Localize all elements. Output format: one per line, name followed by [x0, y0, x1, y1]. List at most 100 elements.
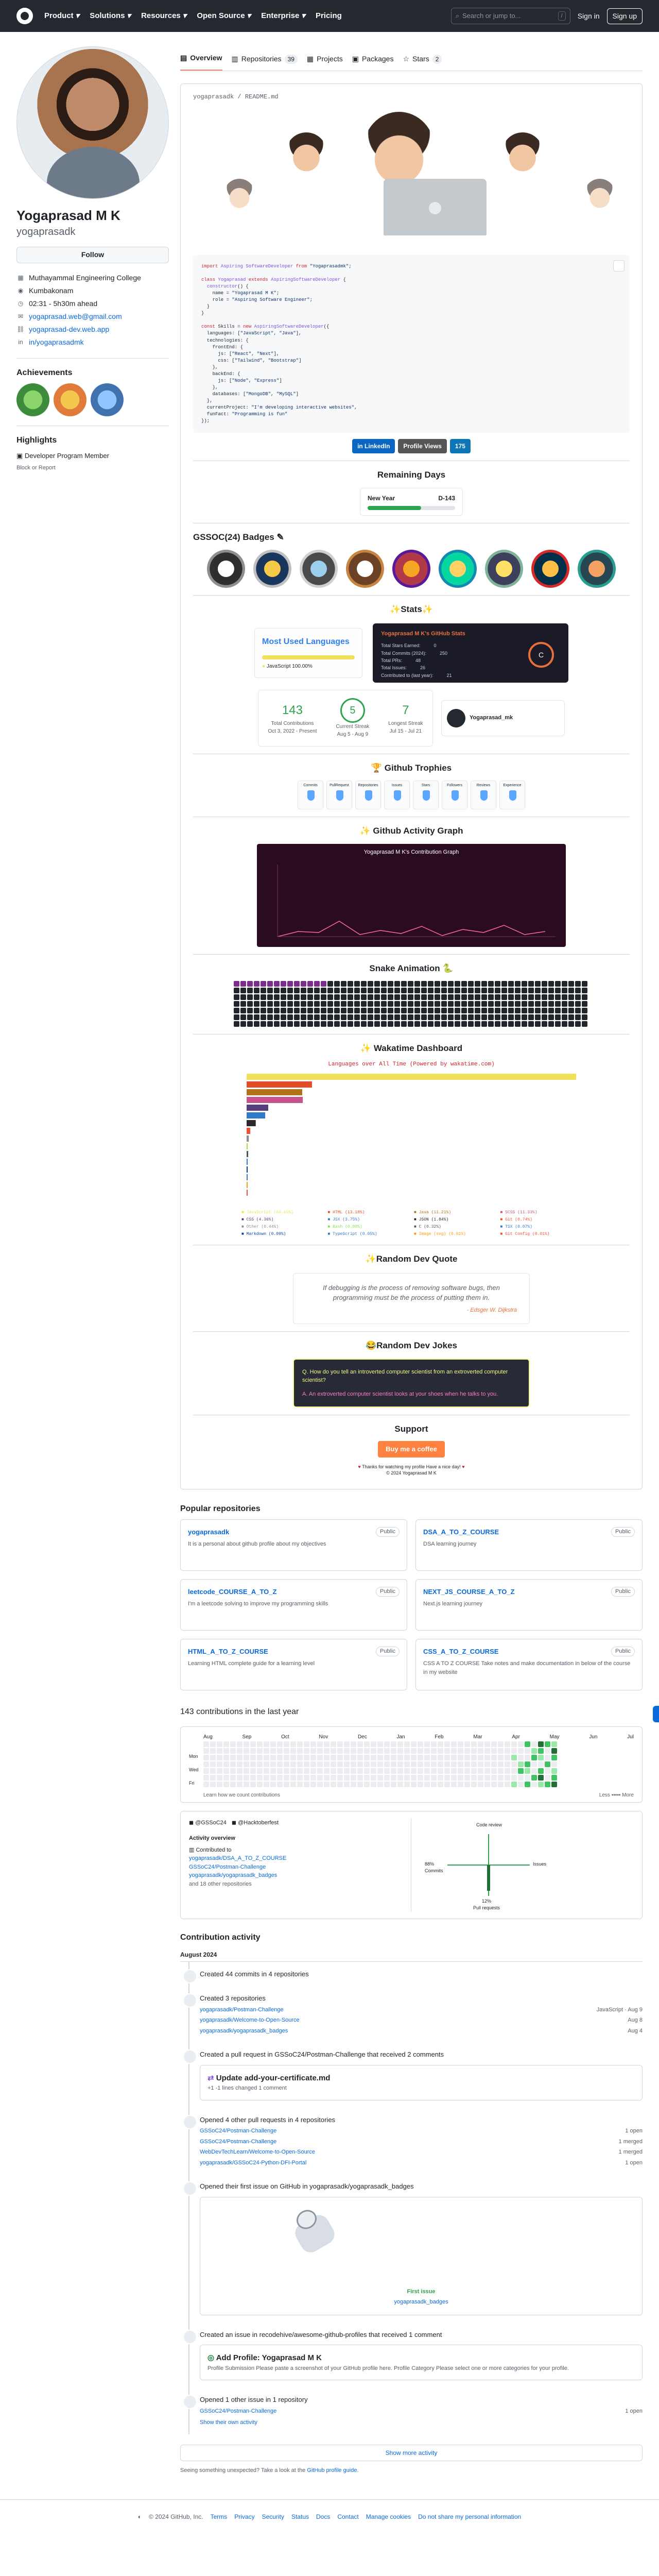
- calendar-day[interactable]: [511, 1768, 517, 1774]
- calendar-day[interactable]: [511, 1774, 517, 1781]
- footer-docs[interactable]: Docs: [316, 2512, 330, 2521]
- calendar-day[interactable]: [337, 1761, 343, 1767]
- footer-status[interactable]: Status: [291, 2512, 309, 2521]
- calendar-day[interactable]: [203, 1754, 209, 1760]
- calendar-day[interactable]: [404, 1761, 410, 1767]
- calendar-day[interactable]: [531, 1741, 537, 1747]
- calendar-day[interactable]: [377, 1774, 383, 1781]
- first-issue-link[interactable]: yogaprasadk_badges: [200, 2298, 642, 2307]
- calendar-day[interactable]: [230, 1741, 236, 1747]
- calendar-day[interactable]: [230, 1768, 236, 1774]
- calendar-day[interactable]: [237, 1748, 242, 1754]
- calendar-day[interactable]: [210, 1768, 216, 1774]
- calendar-day[interactable]: [438, 1748, 443, 1754]
- calendar-day[interactable]: [384, 1781, 390, 1787]
- calendar-day[interactable]: [371, 1761, 376, 1767]
- calendar-day[interactable]: [250, 1781, 256, 1787]
- calendar-day[interactable]: [391, 1761, 396, 1767]
- calendar-day[interactable]: [411, 1781, 417, 1787]
- created-repo-row[interactable]: yogaprasadk/Postman-Challenge JavaScript …: [200, 2006, 643, 2014]
- calendar-day[interactable]: [310, 1741, 316, 1747]
- nav-resources[interactable]: Resources ▾: [141, 10, 186, 22]
- calendar-day[interactable]: [364, 1781, 370, 1787]
- calendar-day[interactable]: [431, 1781, 437, 1787]
- calendar-day[interactable]: [397, 1748, 403, 1754]
- calendar-day[interactable]: [217, 1741, 222, 1747]
- calendar-day[interactable]: [223, 1761, 229, 1767]
- calendar-day[interactable]: [464, 1748, 470, 1754]
- calendar-day[interactable]: [331, 1741, 336, 1747]
- calendar-day[interactable]: [364, 1741, 370, 1747]
- calendar-day[interactable]: [277, 1768, 283, 1774]
- calendar-day[interactable]: [545, 1754, 550, 1760]
- calendar-day[interactable]: [451, 1741, 457, 1747]
- calendar-day[interactable]: [491, 1774, 497, 1781]
- calendar-day[interactable]: [484, 1781, 490, 1787]
- calendar-day[interactable]: [451, 1774, 457, 1781]
- calendar-day[interactable]: [310, 1754, 316, 1760]
- calendar-day[interactable]: [304, 1774, 309, 1781]
- calendar-day[interactable]: [397, 1781, 403, 1787]
- calendar-day[interactable]: [505, 1741, 510, 1747]
- calendar-day[interactable]: [304, 1748, 309, 1754]
- footer-contact[interactable]: Contact: [337, 2512, 358, 2521]
- calendar-day[interactable]: [257, 1761, 263, 1767]
- calendar-day[interactable]: [511, 1748, 517, 1754]
- calendar-day[interactable]: [464, 1774, 470, 1781]
- achievement-quickdraw-icon[interactable]: [91, 383, 124, 416]
- tab-overview[interactable]: ▤ Overview: [180, 53, 222, 71]
- calendar-day[interactable]: [337, 1774, 343, 1781]
- calendar-day[interactable]: [518, 1781, 524, 1787]
- calendar-day[interactable]: [498, 1768, 504, 1774]
- calendar-day[interactable]: [471, 1748, 477, 1754]
- calendar-day[interactable]: [203, 1761, 209, 1767]
- calendar-day[interactable]: [357, 1781, 363, 1787]
- calendar-day[interactable]: [484, 1754, 490, 1760]
- calendar-day[interactable]: [551, 1748, 557, 1754]
- pr-card[interactable]: ⇄ Update add-your-certificate.md +1 -1 l…: [200, 2064, 643, 2100]
- calendar-day[interactable]: [203, 1768, 209, 1774]
- calendar-day[interactable]: [257, 1768, 263, 1774]
- calendar-day[interactable]: [451, 1768, 457, 1774]
- calendar-day[interactable]: [310, 1761, 316, 1767]
- calendar-day[interactable]: [304, 1768, 309, 1774]
- calendar-day[interactable]: [444, 1748, 450, 1754]
- calendar-day[interactable]: [357, 1754, 363, 1760]
- tab-packages[interactable]: ▣ Packages: [352, 54, 394, 71]
- calendar-day[interactable]: [505, 1768, 510, 1774]
- calendar-day[interactable]: [203, 1774, 209, 1781]
- calendar-day[interactable]: [244, 1741, 249, 1747]
- calendar-day[interactable]: [210, 1754, 216, 1760]
- calendar-day[interactable]: [484, 1768, 490, 1774]
- calendar-day[interactable]: [545, 1781, 550, 1787]
- calendar-day[interactable]: [250, 1741, 256, 1747]
- calendar-day[interactable]: [217, 1774, 222, 1781]
- calendar-day[interactable]: [257, 1774, 263, 1781]
- copy-icon[interactable]: [613, 260, 625, 272]
- calendar-day[interactable]: [277, 1754, 283, 1760]
- calendar-day[interactable]: [525, 1748, 530, 1754]
- calendar-day[interactable]: [471, 1761, 477, 1767]
- calendar-day[interactable]: [438, 1768, 443, 1774]
- calendar-day[interactable]: [277, 1741, 283, 1747]
- calendar-day[interactable]: [337, 1741, 343, 1747]
- calendar-day[interactable]: [511, 1781, 517, 1787]
- calendar-day[interactable]: [531, 1754, 537, 1760]
- calendar-day[interactable]: [230, 1754, 236, 1760]
- calendar-day[interactable]: [471, 1754, 477, 1760]
- calendar-day[interactable]: [551, 1754, 557, 1760]
- calendar-day[interactable]: [478, 1748, 483, 1754]
- calendar-day[interactable]: [237, 1774, 242, 1781]
- calendar-day[interactable]: [217, 1768, 222, 1774]
- detail-social[interactable]: in in/yogaprasadmk: [16, 336, 169, 349]
- calendar-day[interactable]: [257, 1748, 263, 1754]
- calendar-day[interactable]: [351, 1754, 356, 1760]
- calendar-day[interactable]: [297, 1768, 303, 1774]
- calendar-day[interactable]: [424, 1748, 430, 1754]
- calendar-day[interactable]: [411, 1774, 417, 1781]
- calendar-day[interactable]: [344, 1741, 350, 1747]
- calendar-day[interactable]: [297, 1748, 303, 1754]
- calendar-day[interactable]: [364, 1754, 370, 1760]
- calendar-day[interactable]: [290, 1741, 296, 1747]
- calendar-day[interactable]: [210, 1774, 216, 1781]
